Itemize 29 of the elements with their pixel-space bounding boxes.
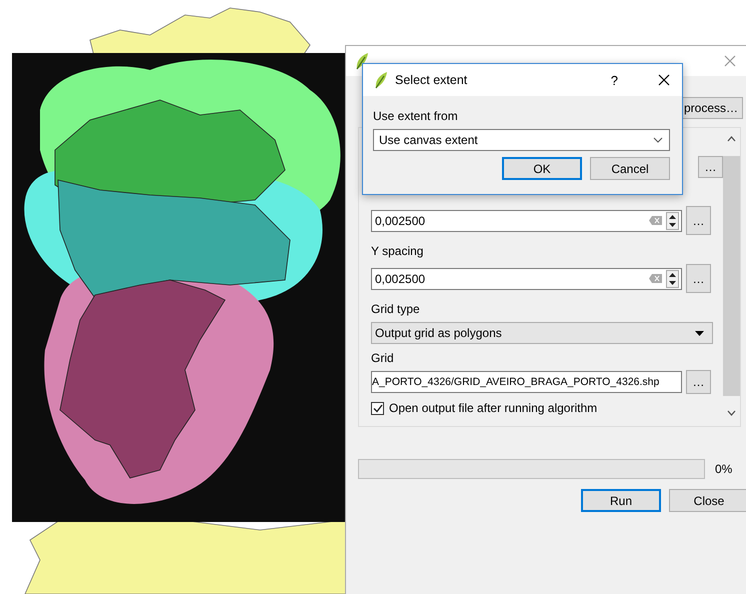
scroll-down-icon[interactable]: [727, 410, 736, 416]
close-button[interactable]: Close: [669, 489, 746, 512]
checkbox[interactable]: [371, 402, 384, 414]
ok-button[interactable]: OK: [502, 157, 582, 180]
help-button[interactable]: ?: [610, 72, 618, 88]
extent-dropdown[interactable]: Use canvas extent: [373, 129, 670, 151]
y-spacing-field[interactable]: 0,002500: [371, 268, 682, 290]
browse-button[interactable]: …: [686, 264, 711, 293]
field-label: Grid type: [371, 302, 420, 316]
browse-button[interactable]: …: [686, 370, 711, 394]
field-label: Y spacing: [371, 244, 424, 258]
output-path-field[interactable]: A_PORTO_4326/GRID_AVEIRO_BRAGA_PORTO_4326.shp: [371, 371, 682, 393]
progress-reading: 0%: [715, 462, 732, 476]
checkbox-label: Open output file after running algorithm: [389, 401, 598, 415]
dialog-title: Select extent: [395, 73, 468, 87]
grid-type-dropdown[interactable]: Output grid as polygons: [371, 322, 713, 344]
browse-button[interactable]: …: [686, 206, 711, 235]
field-label: Use extent from: [373, 109, 458, 123]
browse-button[interactable]: …: [698, 156, 723, 178]
dropdown-arrow-icon: [695, 330, 704, 336]
scroll-up-icon[interactable]: [727, 136, 736, 142]
scrollbar-thumb[interactable]: [723, 156, 740, 396]
run-button[interactable]: Run: [581, 489, 661, 512]
spin-arrows-icon[interactable]: [666, 270, 679, 288]
close-icon[interactable]: [658, 74, 670, 86]
cancel-button[interactable]: Cancel: [590, 157, 670, 180]
spin-arrows-icon[interactable]: [666, 212, 679, 230]
x-spacing-field[interactable]: 0,002500: [371, 210, 682, 232]
field-label: Grid: [371, 351, 394, 365]
